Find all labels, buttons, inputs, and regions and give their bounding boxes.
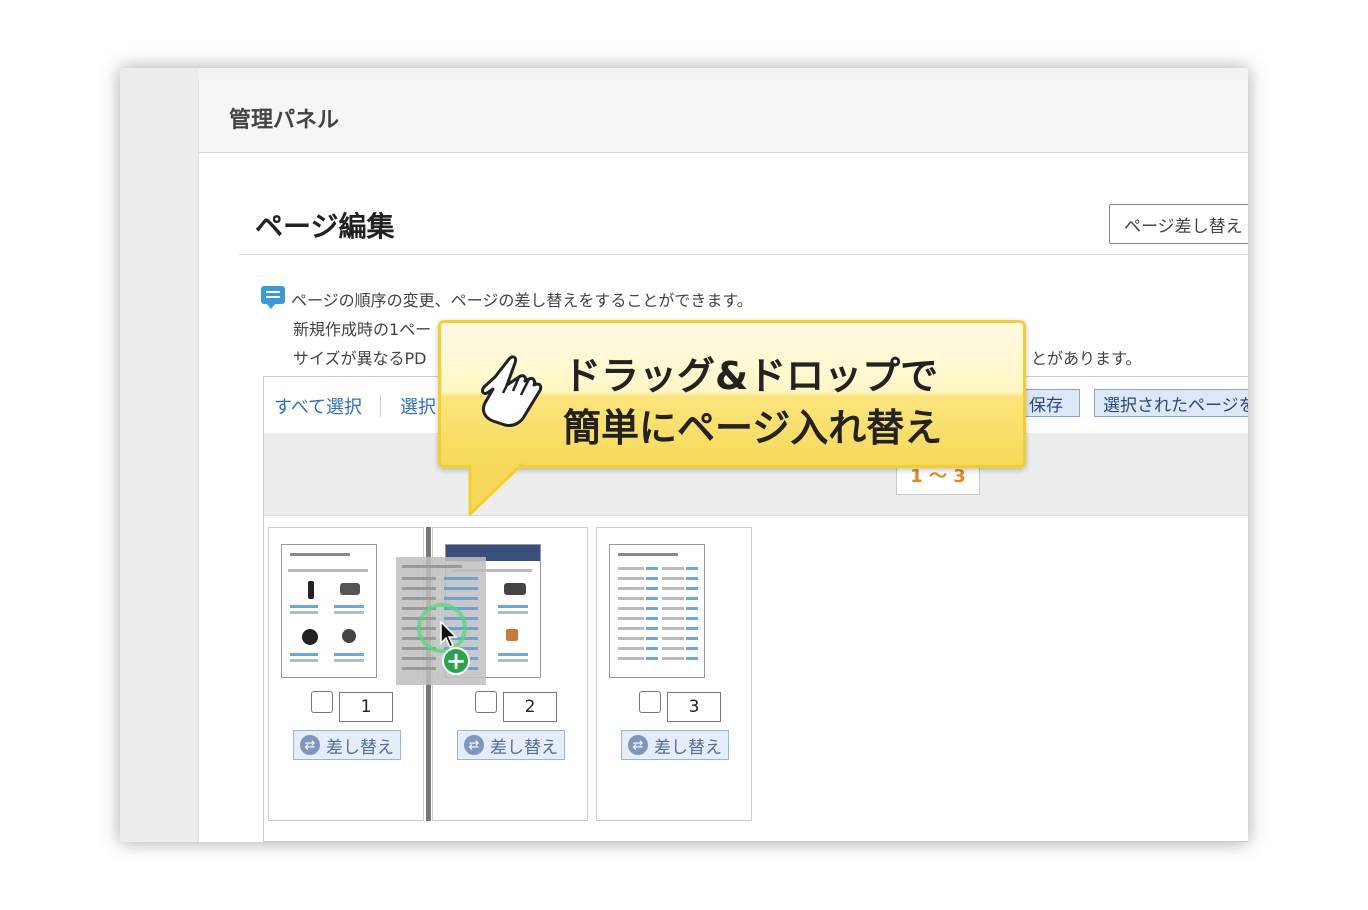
callout-line-2: 簡単にページ入れ替え [563, 406, 943, 450]
swap-icon: ⇄ [300, 735, 320, 755]
page-checkbox-1[interactable] [311, 691, 333, 713]
toolbar-separator [380, 395, 381, 417]
section-divider [239, 254, 1248, 255]
callout-pointer [468, 462, 524, 516]
replace-label: 差し替え [490, 737, 558, 758]
callout-line-1: ドラッグ&ドロップで [563, 354, 939, 398]
replace-button-2[interactable]: ⇄ 差し替え [457, 730, 565, 760]
speech-bubble-icon [261, 286, 285, 309]
left-sidebar [120, 68, 198, 842]
panel-header: 管理パネル [199, 80, 1248, 153]
info-text-3-tail: とがあります。 [1031, 349, 1142, 368]
replace-label: 差し替え [326, 737, 394, 758]
page-thumbnail-1[interactable] [281, 544, 377, 678]
plus-icon: + [442, 647, 470, 675]
replace-button-1[interactable]: ⇄ 差し替え [293, 730, 401, 760]
swap-icon: ⇄ [464, 735, 484, 755]
page-title: ページ編集 [255, 210, 395, 243]
swap-icon: ⇄ [628, 735, 648, 755]
selected-pages-button[interactable]: 選択されたページを [1094, 389, 1248, 417]
page-checkbox-2[interactable] [475, 691, 497, 713]
replace-label: 差し替え [654, 737, 722, 758]
feature-callout: ドラッグ&ドロップで 簡単にページ入れ替え [438, 320, 1026, 468]
pointing-hand-icon [481, 355, 543, 427]
page-checkbox-3[interactable] [639, 691, 661, 713]
page-number-2[interactable]: 2 [503, 692, 557, 722]
save-button[interactable]: 保存 [1020, 389, 1080, 417]
info-text-3: サイズが異なるPD [293, 349, 427, 368]
page-replace-button[interactable]: ページ差し替え [1109, 204, 1248, 244]
page-thumbnail-3[interactable] [609, 544, 705, 678]
panel-title: 管理パネル [229, 108, 340, 133]
mouse-cursor-icon [440, 621, 458, 649]
replace-button-3[interactable]: ⇄ 差し替え [621, 730, 729, 760]
select-link[interactable]: 選択 [400, 393, 436, 419]
page-number-3[interactable]: 3 [667, 692, 721, 722]
page-card-3[interactable]: 3 ⇄ 差し替え [596, 527, 752, 821]
info-text-2: 新規作成時の1ペー [293, 320, 432, 339]
info-text-1: ページの順序の変更、ページの差し替えをすることができます。 [291, 291, 753, 310]
page-number-1[interactable]: 1 [339, 692, 393, 722]
select-all-link[interactable]: すべて選択 [274, 393, 362, 419]
